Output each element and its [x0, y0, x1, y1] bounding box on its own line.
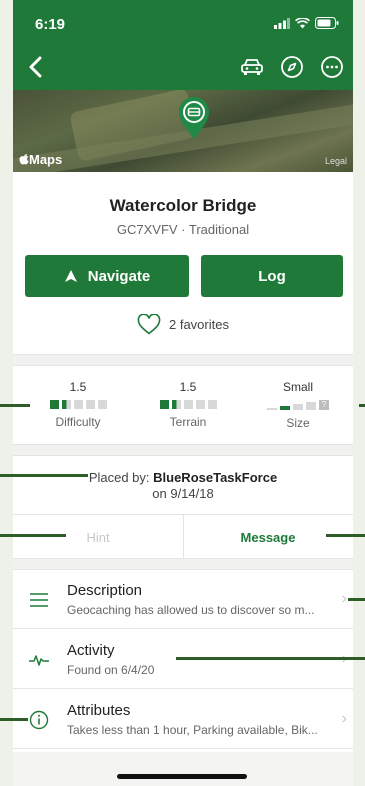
navigate-arrow-icon	[64, 270, 77, 282]
compass-button[interactable]	[279, 54, 305, 80]
size-stat[interactable]: Small ? Size	[243, 380, 353, 430]
terrain-label: Terrain	[169, 415, 207, 429]
terrain-stat[interactable]: 1.5 Terrain	[133, 380, 243, 429]
favorites[interactable]: 2 favorites	[13, 314, 353, 335]
heart-icon	[137, 314, 161, 335]
navigate-button[interactable]: Navigate	[25, 255, 189, 297]
hint-button[interactable]: Hint	[13, 515, 184, 559]
annotation-line	[0, 474, 88, 477]
meter-square	[195, 400, 205, 409]
legal-link[interactable]: Legal	[325, 156, 347, 166]
info-icon	[29, 710, 49, 730]
size-bar	[293, 404, 303, 410]
terrain-value: 1.5	[179, 380, 197, 394]
description-preview: Geocaching has allowed us to discover so…	[67, 603, 315, 617]
size-unknown-icon: ?	[319, 400, 329, 410]
difficulty-value: 1.5	[69, 380, 87, 394]
maps-logo-text: Maps	[29, 152, 63, 167]
more-icon	[321, 56, 343, 78]
size-bar	[267, 408, 277, 410]
attributes-title: Attributes	[67, 702, 131, 719]
meter-square	[85, 400, 95, 409]
meter-square	[73, 400, 83, 409]
cache-code-type: GC7XVFV · Traditional	[116, 222, 250, 237]
annotation-line	[176, 657, 365, 660]
placed-by-prefix: Placed by:	[88, 470, 150, 485]
description-title: Description	[67, 582, 143, 599]
attributes-row[interactable]: Attributes Takes less than 1 hour, Parki…	[13, 690, 353, 749]
terrain-meter	[133, 400, 243, 409]
activity-pulse-icon	[29, 650, 49, 670]
meter-square	[159, 400, 169, 409]
annotation-line	[0, 534, 66, 537]
difficulty-label: Difficulty	[55, 415, 101, 429]
bottom-area	[13, 752, 353, 786]
signal-icon	[274, 17, 290, 29]
status-icons	[274, 17, 339, 29]
log-button[interactable]: Log	[201, 255, 343, 297]
size-bar	[306, 402, 316, 410]
difficulty-meter	[23, 400, 133, 409]
description-row[interactable]: Description Geocaching has allowed us to…	[13, 570, 353, 629]
size-meter: ?	[243, 400, 353, 410]
section-divider	[13, 354, 353, 366]
meter-square	[207, 400, 217, 409]
back-button[interactable]	[21, 52, 49, 82]
phone-screen: 6:19 Maps Legal Watercolor Bridge GC7XVF…	[13, 0, 353, 786]
nav-actions	[239, 54, 345, 80]
owner-link[interactable]: BlueRoseTaskForce	[153, 470, 277, 485]
meter-square	[97, 400, 107, 409]
attributes-summary: Takes less than 1 hour, Parking availabl…	[67, 723, 318, 737]
apple-logo-icon	[19, 154, 29, 165]
car-button[interactable]	[239, 54, 265, 80]
size-label: Size	[286, 416, 310, 430]
navigate-button-label: Navigate	[87, 267, 151, 285]
meter-square	[171, 400, 181, 409]
size-value: Small	[282, 380, 313, 394]
chevron-right-icon: ›	[341, 590, 347, 607]
status-bar: 6:19	[13, 0, 353, 44]
section-divider	[13, 444, 353, 456]
compass-icon	[281, 56, 303, 78]
meter-square	[61, 400, 71, 409]
annotation-line	[0, 404, 30, 407]
more-button[interactable]	[319, 54, 345, 80]
chevron-right-icon: ›	[341, 710, 347, 727]
navigation-bar	[13, 48, 353, 88]
meter-square	[183, 400, 193, 409]
header: 6:19	[13, 0, 353, 90]
list-icon	[29, 590, 49, 610]
log-button-label: Log	[258, 267, 286, 285]
map-preview[interactable]: Maps Legal	[13, 90, 353, 172]
annotation-line	[348, 598, 365, 601]
cache-pin-icon[interactable]	[176, 94, 212, 140]
maps-logo: Maps	[19, 152, 62, 167]
wifi-icon	[295, 17, 310, 28]
placed-date: on 9/14/18	[152, 486, 214, 501]
section-divider	[13, 558, 353, 570]
meter-square	[49, 400, 59, 409]
car-icon	[241, 59, 263, 75]
activity-title: Activity	[67, 642, 115, 659]
home-indicator[interactable]	[117, 774, 247, 779]
size-bar	[280, 406, 290, 410]
cache-title: Watercolor Bridge	[109, 196, 257, 215]
annotation-line	[326, 534, 365, 537]
status-time: 6:19	[35, 16, 66, 33]
battery-icon	[315, 17, 339, 29]
annotation-line	[359, 404, 365, 407]
back-icon	[29, 56, 42, 78]
favorites-count: 2 favorites	[169, 317, 229, 332]
difficulty-stat[interactable]: 1.5 Difficulty	[23, 380, 133, 429]
annotation-line	[0, 718, 28, 721]
activity-summary: Found on 6/4/20	[67, 663, 155, 677]
message-button[interactable]: Message	[183, 515, 353, 559]
